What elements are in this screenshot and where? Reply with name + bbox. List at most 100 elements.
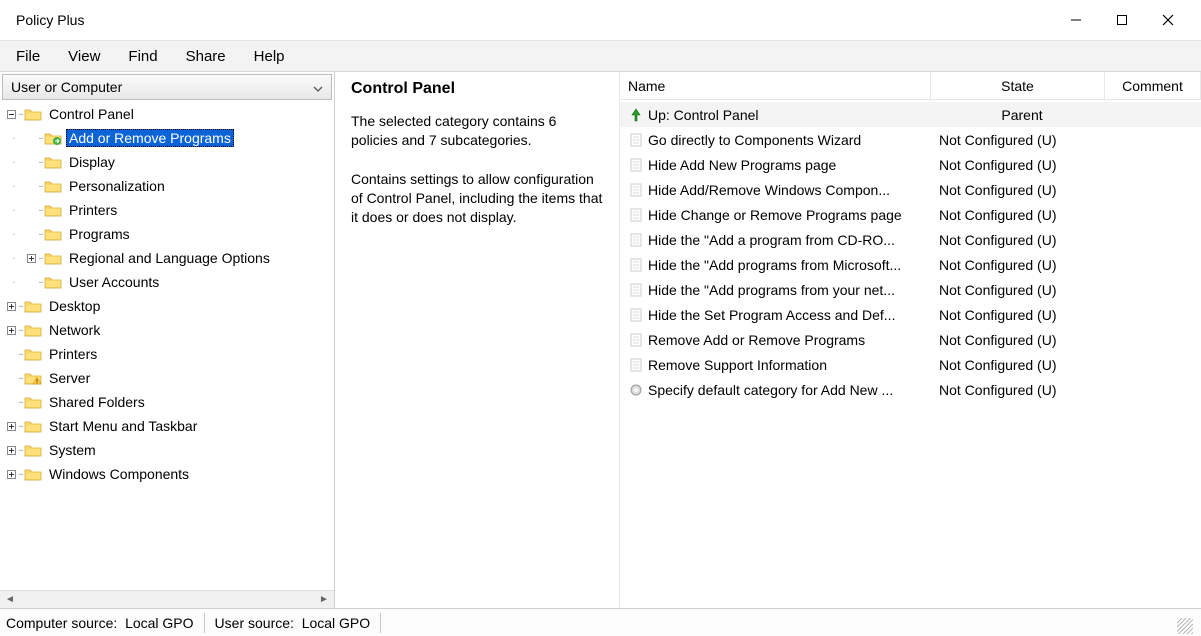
list-row[interactable]: Hide the "Add programs from Microsoft...… [620,252,1201,277]
tree-item[interactable]: ···Shared Folders [4,390,334,414]
tree-horizontal-scrollbar[interactable]: ◄ ► [0,590,334,608]
menu-file[interactable]: File [16,48,40,65]
list-body[interactable]: Up: Control PanelParentGo directly to Co… [620,100,1201,608]
menu-find[interactable]: Find [128,48,157,65]
column-header-name[interactable]: Name [620,72,931,99]
policy-icon [626,183,646,197]
folder-icon [44,203,62,217]
list-item-state: Not Configured (U) [931,282,1105,298]
status-computer-source: Computer source: Local GPO [6,613,205,633]
column-header-comment[interactable]: Comment [1105,72,1201,99]
policy-icon [626,333,646,347]
list-parent-row[interactable]: Up: Control PanelParent [620,102,1201,127]
collapse-icon[interactable] [4,110,18,119]
tree-item[interactable]: ···Control Panel [4,102,334,126]
maximize-button[interactable] [1099,5,1145,35]
scroll-left-icon[interactable]: ◄ [2,593,18,607]
resize-grip-icon[interactable] [1177,618,1193,634]
tree-item-label: Windows Components [46,466,192,482]
policy-list: Name State Comment Up: Control PanelPare… [620,72,1201,608]
list-row[interactable]: Hide the Set Program Access and Def...No… [620,302,1201,327]
scope-value: User or Computer [11,79,122,95]
minimize-button[interactable] [1053,5,1099,35]
list-item-state: Parent [931,107,1105,123]
tree-item[interactable]: ····Add or Remove Programs [4,126,334,150]
expand-icon[interactable] [4,302,18,311]
tree-item[interactable]: ···Windows Components [4,462,334,486]
list-row[interactable]: Specify default category for Add New ...… [620,377,1201,402]
scroll-right-icon[interactable]: ► [316,593,332,607]
tree-item[interactable]: ····Regional and Language Options [4,246,334,270]
scope-dropdown[interactable]: User or Computer [2,74,332,100]
titlebar: Policy Plus [0,0,1201,40]
list-row[interactable]: Remove Add or Remove ProgramsNot Configu… [620,327,1201,352]
policy-icon [626,133,646,147]
list-item-name: Go directly to Components Wizard [646,132,931,148]
folder-icon [24,107,42,121]
window-title: Policy Plus [10,12,84,28]
tree-item-label: Programs [66,226,133,242]
list-row[interactable]: Hide Change or Remove Programs pageNot C… [620,202,1201,227]
folder-icon [44,227,62,241]
list-item-state: Not Configured (U) [931,382,1105,398]
expand-icon[interactable] [4,446,18,455]
tree-item-label: Server [46,370,93,386]
folder-icon [44,251,62,265]
list-row[interactable]: Remove Support InformationNot Configured… [620,352,1201,377]
list-row[interactable]: Hide the "Add programs from your net...N… [620,277,1201,302]
policy-icon [626,283,646,297]
expand-icon[interactable] [24,254,38,263]
tree-item[interactable]: ···System [4,438,334,462]
column-header-state[interactable]: State [931,72,1105,99]
list-item-state: Not Configured (U) [931,132,1105,148]
list-item-name: Hide Add New Programs page [646,157,931,173]
tree-item[interactable]: ···Desktop [4,294,334,318]
list-row[interactable]: Hide the "Add a program from CD-RO...Not… [620,227,1201,252]
close-button[interactable] [1145,5,1191,35]
tree-item[interactable]: ····User Accounts [4,270,334,294]
expand-icon[interactable] [4,326,18,335]
tree-item[interactable]: ····Printers [4,198,334,222]
list-item-name: Specify default category for Add New ... [646,382,931,398]
folder-icon [44,179,62,193]
policy-icon [626,358,646,372]
tree-item[interactable]: ····Display [4,150,334,174]
tree-item-label: Personalization [66,178,168,194]
tree-item-label: Add or Remove Programs [66,129,234,147]
list-row[interactable]: Hide Add New Programs pageNot Configured… [620,152,1201,177]
tree-item-label: Display [66,154,118,170]
list-item-name: Up: Control Panel [646,107,931,123]
details-pane: Control Panel The selected category cont… [335,72,620,608]
folder-icon [44,275,62,289]
tree-item[interactable]: ···Network [4,318,334,342]
list-row[interactable]: Go directly to Components WizardNot Conf… [620,127,1201,152]
list-item-name: Remove Support Information [646,357,931,373]
tree-item-label: Start Menu and Taskbar [46,418,200,434]
tree-item[interactable]: ····Programs [4,222,334,246]
list-item-name: Hide the "Add programs from your net... [646,282,931,298]
list-header: Name State Comment [620,72,1201,100]
menu-share[interactable]: Share [186,48,226,65]
tree-item-label: Control Panel [46,106,137,122]
expand-icon[interactable] [4,422,18,431]
category-tree[interactable]: ···Control Panel····Add or Remove Progra… [0,100,334,590]
tree-item[interactable]: ···Server [4,366,334,390]
tree-item[interactable]: ····Personalization [4,174,334,198]
menu-view[interactable]: View [68,48,100,65]
tree-item[interactable]: ···Start Menu and Taskbar [4,414,334,438]
list-item-name: Remove Add or Remove Programs [646,332,931,348]
folder-warn-icon [24,371,42,385]
tree-item-label: Printers [66,202,120,218]
tree-item-label: Printers [46,346,100,362]
list-item-state: Not Configured (U) [931,207,1105,223]
list-item-state: Not Configured (U) [931,232,1105,248]
tree-item-label: Regional and Language Options [66,250,273,266]
expand-icon[interactable] [4,470,18,479]
menu-help[interactable]: Help [254,48,285,65]
list-item-name: Hide Change or Remove Programs page [646,207,931,223]
sidebar: User or Computer ···Control Panel····Add… [0,72,335,608]
policy-icon [626,208,646,222]
tree-item[interactable]: ···Printers [4,342,334,366]
folder-icon [24,299,42,313]
list-row[interactable]: Hide Add/Remove Windows Compon...Not Con… [620,177,1201,202]
